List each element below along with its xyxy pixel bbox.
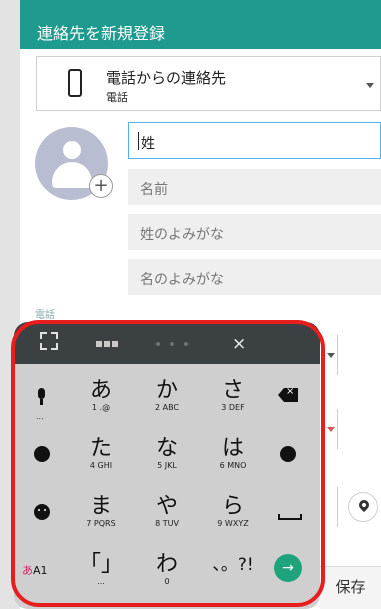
page-title: 連絡先を新規登録 <box>37 24 166 43</box>
last-name-kana-field[interactable]: 姓のよみがな <box>128 214 381 250</box>
close-keyboard-button[interactable]: × <box>232 334 246 354</box>
first-name-placeholder: 名前 <box>140 182 168 198</box>
last-name-field[interactable]: 姓 <box>128 122 381 159</box>
right-arrow-icon <box>280 446 296 462</box>
first-name-kana-placeholder: 名のよみがな <box>140 272 224 288</box>
smiley-icon <box>34 504 50 520</box>
key-ha[interactable]: は 6 MNO <box>202 424 264 480</box>
account-subtitle: 電話 <box>106 91 128 104</box>
cursor-right-key[interactable] <box>268 424 314 480</box>
dropdown-arrow-icon <box>366 83 374 88</box>
dropdown-arrow-icon <box>327 353 335 358</box>
fullscreen-icon[interactable] <box>40 332 58 350</box>
add-photo-button[interactable]: + <box>89 174 113 198</box>
key-ta[interactable]: た 4 GHI <box>70 424 132 480</box>
backspace-key[interactable]: × <box>268 366 314 422</box>
location-button[interactable] <box>348 492 378 522</box>
smartphone-icon <box>68 69 82 97</box>
key-ma[interactable]: ま 7 PQRS <box>70 482 132 538</box>
app-header: 連絡先を新規登録 <box>20 0 381 49</box>
left-arrow-icon <box>34 446 50 462</box>
key-wa[interactable]: わ 0 <box>136 540 198 596</box>
enter-arrow-icon: → <box>274 554 302 582</box>
phone-section-label: 電話 <box>35 310 55 321</box>
keyboard-toolbar: × <box>14 322 320 364</box>
key-ya[interactable]: や 8 TUV <box>136 482 198 538</box>
voice-input-key[interactable]: ... <box>20 366 66 422</box>
key-a[interactable]: あ 1 .@ <box>70 366 132 422</box>
account-selector[interactable]: 電話からの連絡先 電話 <box>36 56 381 111</box>
key-brackets[interactable]: 「」 ... <box>70 540 132 596</box>
space-key[interactable] <box>268 482 314 538</box>
key-ka[interactable]: か 2 ABC <box>136 366 198 422</box>
dropdown-arrow-icon <box>327 427 335 432</box>
location-pin-icon <box>356 497 372 513</box>
microphone-icon <box>38 388 45 399</box>
key-sa[interactable]: さ 3 DEF <box>202 366 264 422</box>
space-icon <box>278 514 302 520</box>
text-cursor <box>138 132 139 150</box>
cursor-left-key[interactable] <box>20 424 66 480</box>
emoji-key[interactable] <box>20 482 66 538</box>
person-icon-head <box>63 141 81 159</box>
key-punctuation[interactable]: 、。?! <box>202 540 264 596</box>
last-name-placeholder: 姓 <box>141 136 155 152</box>
first-name-kana-field[interactable]: 名のよみがな <box>128 259 381 295</box>
last-name-kana-placeholder: 姓のよみがな <box>140 227 224 243</box>
save-button[interactable]: 保存 <box>320 566 381 609</box>
more-options-icon[interactable] <box>154 342 190 348</box>
flick-keyboard: × ... あA1 × → あ 1 .@ か 2 ABC さ 3 DEF た 4… <box>14 322 320 609</box>
enter-key[interactable]: → <box>268 540 314 596</box>
key-na[interactable]: な 5 JKL <box>136 424 198 480</box>
keyboard-mode-icon[interactable] <box>96 341 120 347</box>
input-mode-key[interactable]: あA1 <box>20 540 66 596</box>
first-name-field[interactable]: 名前 <box>128 169 381 205</box>
account-title: 電話からの連絡先 <box>106 69 227 87</box>
key-ra[interactable]: ら 9 WXYZ <box>202 482 264 538</box>
person-icon-body <box>52 162 92 188</box>
address-type-select[interactable] <box>324 487 338 527</box>
